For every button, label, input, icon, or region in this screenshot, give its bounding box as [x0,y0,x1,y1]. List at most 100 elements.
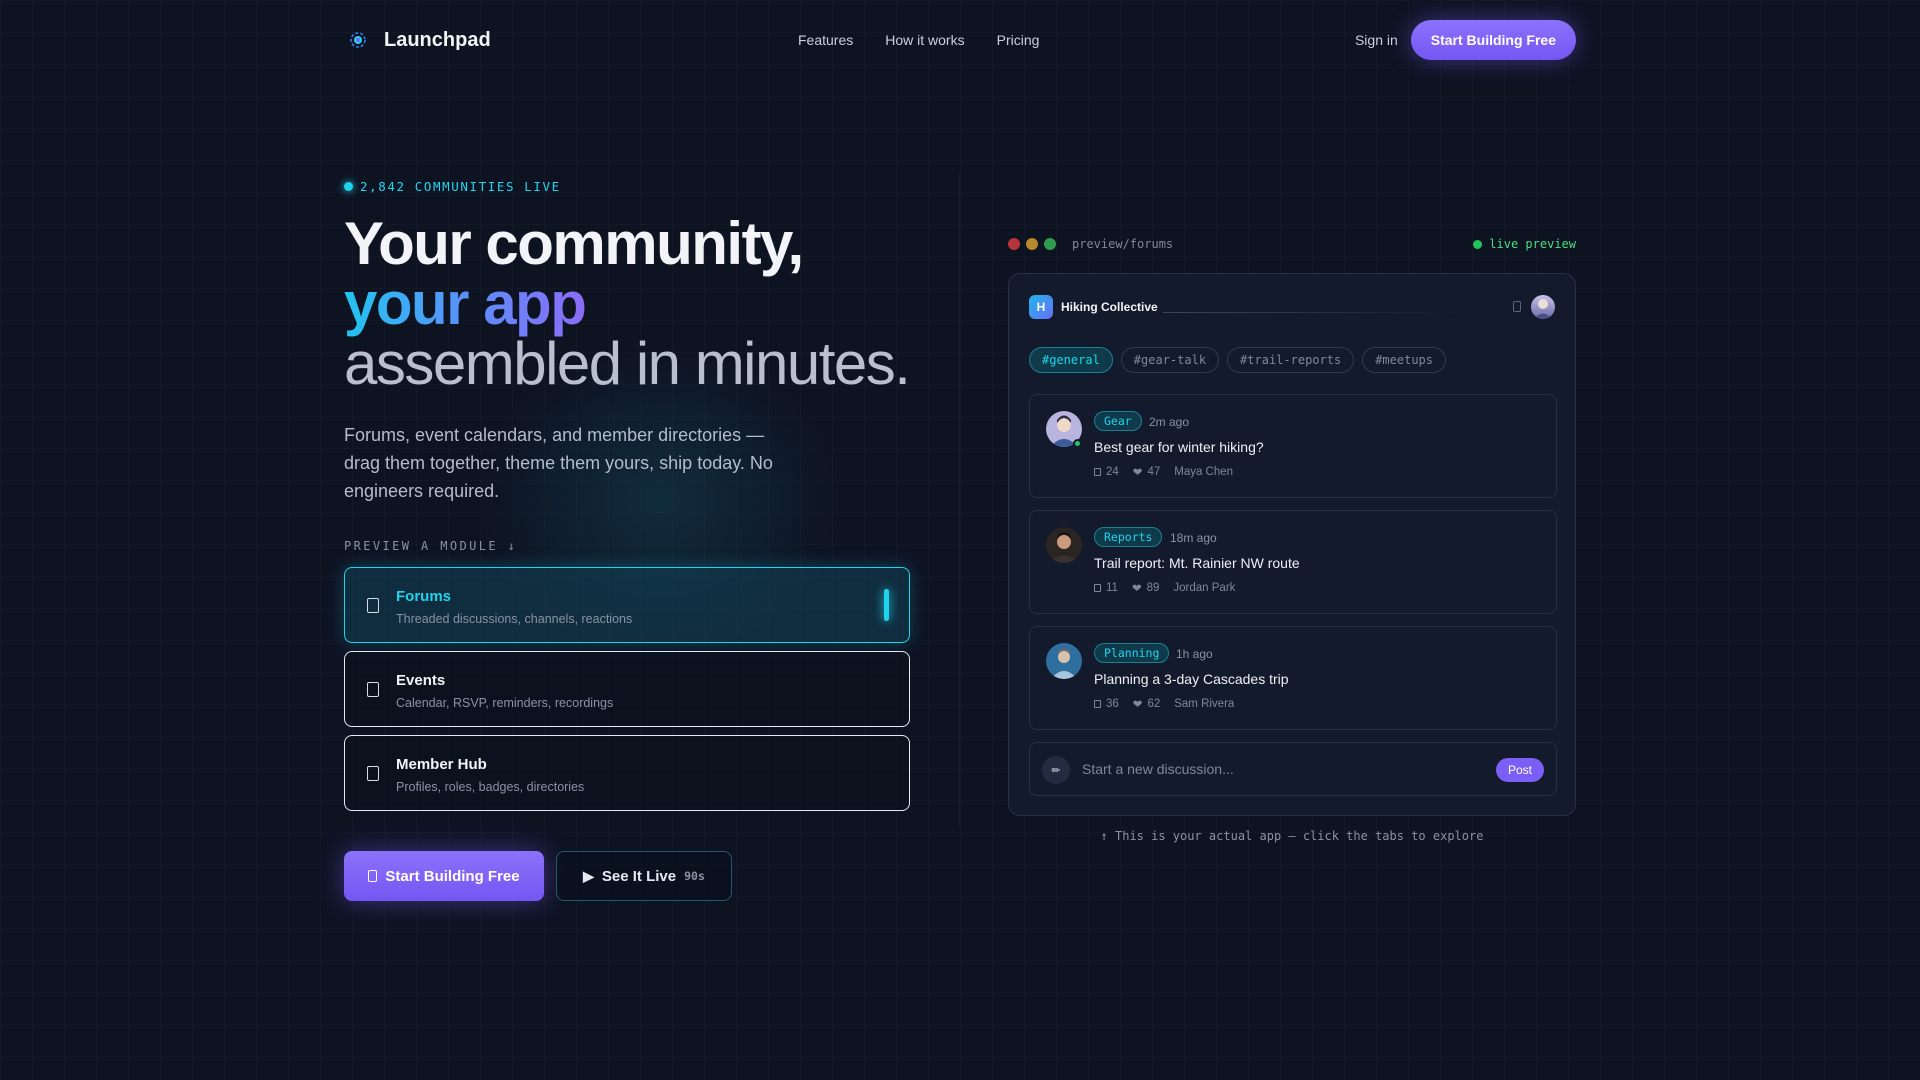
tab-gear-talk[interactable]: #gear-talk [1120,347,1220,373]
module-desc: Calendar, RSVP, reminders, recordings [396,696,614,710]
pencil-icon: ✏ [1042,756,1070,784]
post-tag: Planning [1094,643,1170,663]
calendar-icon [367,682,379,697]
minimize-dot-icon [1026,238,1038,250]
nav-actions: Sign in Start Building Free [1355,20,1576,60]
nav-start-building-button[interactable]: Start Building Free [1410,20,1576,60]
post-author: Sam Rivera [1174,698,1235,710]
hero-headline: Your community, your app assembled in mi… [344,210,911,397]
comment-count: 11 [1106,582,1118,594]
preview-module-label: PREVIEW A MODULE ↓ [344,539,518,553]
module-card-forums[interactable]: Forums Threaded discussions, channels, r… [344,567,910,643]
rocket-icon [368,870,378,882]
heart-icon: ❤ [1131,583,1142,595]
channel-tabs: #general #gear-talk #trail-reports #meet… [1029,347,1446,373]
close-dot-icon [1008,238,1020,250]
user-avatar[interactable] [1531,295,1555,319]
module-title: Member Hub [396,756,487,773]
like-count: 89 [1146,582,1160,594]
post-time: 1h ago [1176,647,1213,661]
nav-link-how-it-works[interactable]: How it works [885,32,964,48]
module-desc: Profiles, roles, badges, directories [396,780,585,794]
like-count: 47 [1147,466,1161,478]
brand-name: Launchpad [384,28,491,51]
live-dot-icon [1473,239,1483,249]
post-meta: 11 ❤ 89 Jordan Park [1094,581,1235,595]
heart-icon: ❤ [1132,467,1143,479]
rocket-logo-icon [344,28,372,52]
members-icon [367,766,379,781]
live-preview-indicator: live preview [1473,237,1576,251]
module-title: Events [396,672,446,689]
nav-link-pricing[interactable]: Pricing [997,32,1040,48]
new-discussion-composer: ✏ Post [1029,742,1557,796]
post-tag: Gear [1094,411,1142,431]
like-count: 62 [1147,698,1161,710]
video-duration: 90s [684,869,705,883]
module-list: Forums Threaded discussions, channels, r… [344,567,910,819]
hero-subtext: Forums, event calendars, and member dire… [344,425,773,501]
comment-icon [1094,584,1101,592]
post-time: 2m ago [1149,415,1190,429]
app-preview: H Hiking Collective #general #gear-talk … [1008,273,1576,816]
see-it-live-button[interactable]: ▶ See It Live 90s [556,851,732,901]
brand[interactable]: Launchpad [344,28,491,52]
tab-meetups[interactable]: #meetups [1362,347,1446,373]
module-desc: Threaded discussions, channels, reaction… [396,612,633,626]
forums-icon [367,598,379,613]
post-meta: 36 ❤ 62 Sam Rivera [1094,697,1234,711]
author-avatar [1046,643,1082,679]
module-card-events[interactable]: Events Calendar, RSVP, reminders, record… [344,651,910,727]
workspace-name: Hiking Collective [1061,300,1158,314]
author-avatar [1046,527,1082,563]
post-title: Planning a 3-day Cascades trip [1094,671,1289,687]
sign-in-link[interactable]: Sign in [1355,32,1398,48]
start-building-label: Start Building Free [385,867,520,885]
tab-general[interactable]: #general [1029,347,1113,373]
headline-line-1: Your community, [344,210,804,277]
preview-caption: ↑ This is your actual app — click the ta… [1100,829,1484,843]
post-button[interactable]: Post [1495,758,1544,782]
play-icon: ▶ [583,867,594,884]
post-author: Maya Chen [1174,466,1234,478]
headline-line-3: assembled in minutes. [344,330,911,397]
start-building-button[interactable]: Start Building Free [344,851,544,901]
app-header: H Hiking Collective [1029,295,1555,319]
active-indicator [884,589,889,621]
module-title: Forums [396,588,452,605]
nav-links: Features How it works Pricing [798,32,1039,48]
heart-icon: ❤ [1132,699,1143,711]
post-title: Trail report: Mt. Rainier NW route [1094,555,1300,571]
maximize-dot-icon [1044,238,1056,250]
comment-icon [1094,468,1101,476]
notification-bell-icon[interactable] [1513,301,1521,312]
post-time: 18m ago [1170,531,1217,545]
module-card-member-hub[interactable]: Member Hub Profiles, roles, badges, dire… [344,735,910,811]
section-divider [959,175,960,825]
top-nav: Launchpad Features How it works Pricing … [344,20,1576,60]
see-it-live-label: See It Live [601,867,677,885]
live-preview-label: live preview [1489,237,1576,251]
comment-count: 36 [1106,698,1119,710]
communities-live-badge: 2,842 COMMUNITIES LIVE [344,179,561,194]
header-divider [1163,312,1465,313]
live-dot-icon [344,182,353,191]
post-author: Jordan Park [1173,582,1236,594]
comment-count: 24 [1106,466,1119,478]
post-card[interactable]: Reports 18m ago Trail report: Mt. Rainie… [1029,510,1557,614]
post-card[interactable]: Planning 1h ago Planning a 3-day Cascade… [1029,626,1557,730]
hero-cta-row: Start Building Free ▶ See It Live 90s [344,851,732,901]
post-tag: Reports [1094,527,1163,547]
new-discussion-input[interactable] [1082,761,1462,777]
post-title: Best gear for winter hiking? [1094,439,1264,455]
post-card[interactable]: Gear 2m ago Best gear for winter hiking?… [1029,394,1557,498]
post-meta: 24 ❤ 47 Maya Chen [1094,465,1233,479]
online-status-icon [1073,439,1082,448]
communities-count: 2,842 COMMUNITIES LIVE [360,179,561,194]
nav-link-features[interactable]: Features [798,32,853,48]
preview-path: preview/forums [1072,237,1174,251]
comment-icon [1094,700,1101,708]
tab-trail-reports[interactable]: #trail-reports [1227,347,1355,373]
preview-window-bar: preview/forums live preview [1008,236,1576,252]
workspace-logo: H [1029,295,1053,319]
